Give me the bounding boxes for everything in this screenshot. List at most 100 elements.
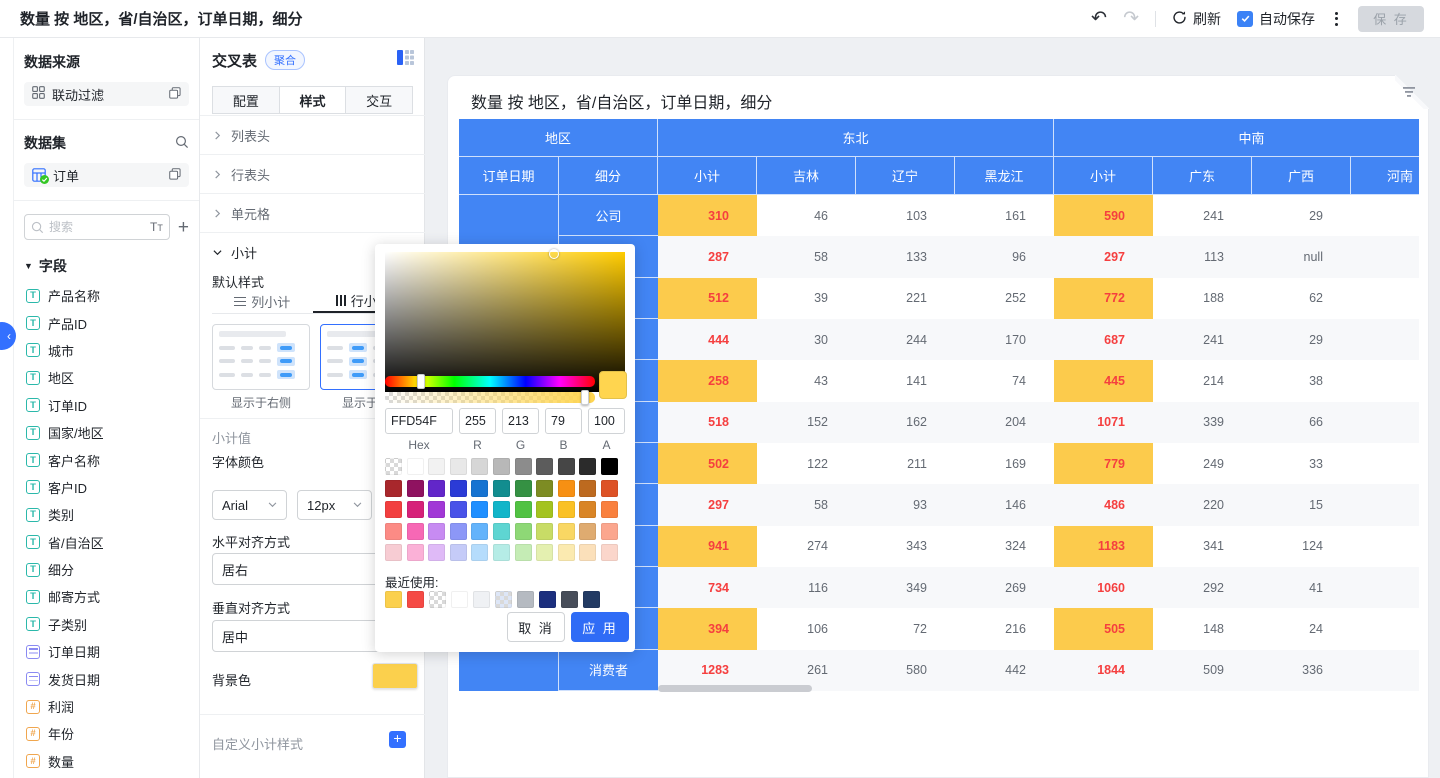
color-swatch[interactable] <box>429 591 446 608</box>
search-input[interactable] <box>49 220 107 234</box>
field-item[interactable]: T类别 <box>24 501 189 528</box>
color-swatch[interactable] <box>493 480 510 497</box>
field-item[interactable]: T客户ID <box>24 474 189 501</box>
green-input[interactable] <box>502 408 539 434</box>
color-swatch[interactable] <box>451 591 468 608</box>
color-swatch[interactable] <box>536 544 553 561</box>
color-swatch[interactable] <box>515 544 532 561</box>
color-swatch[interactable] <box>407 591 424 608</box>
tab-config[interactable]: 配置 <box>212 86 280 114</box>
linkage-filter-item[interactable]: 联动过滤 <box>24 82 189 106</box>
horizontal-scrollbar[interactable] <box>658 685 812 692</box>
color-swatch[interactable] <box>558 544 575 561</box>
color-swatch[interactable] <box>536 480 553 497</box>
apply-button[interactable]: 应 用 <box>571 612 629 642</box>
color-swatch[interactable] <box>536 458 553 475</box>
color-swatch[interactable] <box>428 523 445 540</box>
alpha-handle[interactable] <box>581 390 589 405</box>
color-swatch[interactable] <box>583 591 600 608</box>
color-swatch[interactable] <box>561 591 578 608</box>
section-column-header[interactable]: 列表头 <box>200 115 425 154</box>
field-item[interactable]: T订单ID <box>24 392 189 419</box>
field-item[interactable]: T城市 <box>24 337 189 364</box>
color-swatch[interactable] <box>493 501 510 518</box>
toggle-column-subtotal[interactable]: 列小计 <box>212 290 313 313</box>
autosave-toggle[interactable]: 自动保存 <box>1237 9 1315 29</box>
add-custom-subtotal-button[interactable]: + <box>389 731 406 748</box>
color-swatch[interactable] <box>450 480 467 497</box>
undo-icon[interactable]: ↶ <box>1091 9 1107 28</box>
color-swatch[interactable] <box>493 544 510 561</box>
copy-icon[interactable] <box>169 168 181 183</box>
color-swatch[interactable] <box>601 501 618 518</box>
field-item[interactable]: T省/自治区 <box>24 529 189 556</box>
color-swatch[interactable] <box>428 458 445 475</box>
color-swatch[interactable] <box>407 480 424 497</box>
color-swatch[interactable] <box>471 458 488 475</box>
color-swatch[interactable] <box>471 523 488 540</box>
color-swatch[interactable] <box>579 480 596 497</box>
color-swatch[interactable] <box>471 544 488 561</box>
color-swatch[interactable] <box>579 544 596 561</box>
color-swatch[interactable] <box>579 523 596 540</box>
color-swatch[interactable] <box>385 480 402 497</box>
field-item[interactable]: T客户名称 <box>24 446 189 473</box>
cancel-button[interactable]: 取 消 <box>507 612 565 642</box>
color-swatch[interactable] <box>495 591 512 608</box>
color-swatch[interactable] <box>558 523 575 540</box>
red-input[interactable] <box>459 408 496 434</box>
field-item[interactable]: T国家/地区 <box>24 419 189 446</box>
color-swatch[interactable] <box>407 458 424 475</box>
color-swatch[interactable] <box>579 458 596 475</box>
color-swatch[interactable] <box>601 458 618 475</box>
copy-icon[interactable] <box>169 87 181 102</box>
color-swatch[interactable] <box>473 591 490 608</box>
color-swatch[interactable] <box>601 523 618 540</box>
color-swatch[interactable] <box>536 523 553 540</box>
color-swatch[interactable] <box>558 458 575 475</box>
alpha-input[interactable] <box>588 408 625 434</box>
color-swatch[interactable] <box>558 501 575 518</box>
color-swatch[interactable] <box>539 591 556 608</box>
color-swatch[interactable] <box>471 501 488 518</box>
font-family-select[interactable]: Arial <box>212 490 287 520</box>
color-swatch[interactable] <box>579 501 596 518</box>
color-swatch[interactable] <box>493 523 510 540</box>
font-size-select[interactable]: 12px <box>297 490 372 520</box>
color-swatch[interactable] <box>428 501 445 518</box>
hue-slider[interactable] <box>385 376 595 387</box>
background-color-swatch[interactable] <box>372 663 418 689</box>
field-item[interactable]: 订单日期 <box>24 638 189 665</box>
field-item[interactable]: #数量 <box>24 748 189 775</box>
color-swatch[interactable] <box>385 544 402 561</box>
hue-handle[interactable] <box>417 374 425 389</box>
color-swatch[interactable] <box>385 591 402 608</box>
color-swatch[interactable] <box>450 458 467 475</box>
save-button[interactable]: 保 存 <box>1358 6 1424 32</box>
section-cell[interactable]: 单元格 <box>200 193 425 232</box>
tab-interaction[interactable]: 交互 <box>346 86 413 114</box>
alpha-slider[interactable] <box>385 392 595 403</box>
dataset-item-orders[interactable]: 订单 <box>24 163 189 187</box>
color-swatch[interactable] <box>450 544 467 561</box>
color-swatch[interactable] <box>385 501 402 518</box>
hex-input[interactable] <box>385 408 453 434</box>
color-swatch[interactable] <box>493 458 510 475</box>
color-swatch[interactable] <box>428 480 445 497</box>
color-swatch[interactable] <box>450 501 467 518</box>
color-swatch[interactable] <box>515 480 532 497</box>
color-swatch[interactable] <box>471 480 488 497</box>
color-swatch[interactable] <box>515 501 532 518</box>
color-swatch[interactable] <box>515 458 532 475</box>
field-item[interactable]: T邮寄方式 <box>24 583 189 610</box>
field-search-input[interactable]: TT <box>24 214 170 240</box>
kebab-menu-icon[interactable] <box>1331 8 1342 30</box>
chart-type-grid-icon[interactable] <box>397 49 414 71</box>
section-row-header[interactable]: 行表头 <box>200 154 425 193</box>
field-item[interactable]: #利润 <box>24 693 189 720</box>
field-item[interactable]: T子类别 <box>24 611 189 638</box>
color-swatch[interactable] <box>407 501 424 518</box>
add-field-button[interactable]: + <box>178 218 189 237</box>
saturation-cursor[interactable] <box>549 249 559 259</box>
field-item[interactable]: T产品名称 <box>24 282 189 309</box>
